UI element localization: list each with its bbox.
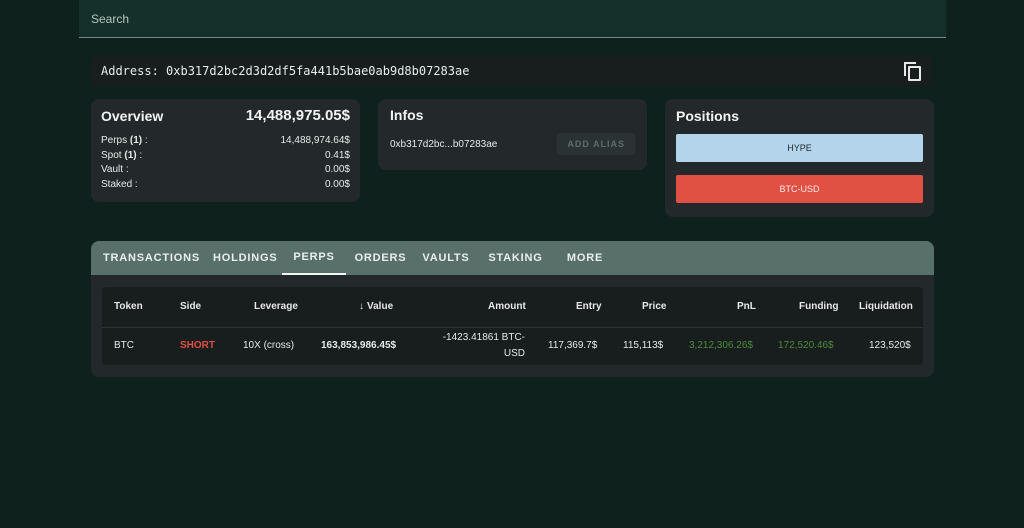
tab-transactions[interactable]: TRANSACTIONS	[103, 241, 213, 275]
cell-amount-line2: USD	[503, 348, 525, 359]
tab-vaults[interactable]: VAULTS	[415, 241, 477, 275]
column-header-leverage[interactable]: Leverage	[254, 301, 298, 312]
tab-staking[interactable]: STAKING	[477, 241, 554, 275]
address-text: Address: 0xb317d2bc2d3d2df5fa441b5bae0ab…	[101, 64, 470, 78]
cell-side: SHORT	[180, 340, 215, 351]
tab-holdings[interactable]: HOLDINGS	[213, 241, 282, 275]
tabs-panel: TRANSACTIONS HOLDINGS PERPS ORDERS VAULT…	[91, 241, 934, 377]
column-header-price[interactable]: Price	[642, 301, 666, 312]
overview-row-perps: Perps (1) : 14,488,974.64$	[101, 134, 350, 149]
overview-row-count: (1)	[129, 135, 143, 146]
overview-row-count: (1)	[124, 149, 137, 161]
overview-row-value: 0.00$	[324, 178, 350, 190]
overview-row-value: 0.00$	[324, 164, 350, 175]
column-header-pnl[interactable]: PnL	[737, 301, 756, 312]
tab-more[interactable]: MORE	[554, 241, 616, 275]
overview-row-suffix: :	[136, 149, 143, 161]
column-header-entry[interactable]: Entry	[576, 301, 602, 312]
column-header-funding[interactable]: Funding	[799, 301, 838, 312]
infos-short-address: 0xb317d2bc...b07283ae	[390, 138, 498, 150]
table-divider	[102, 327, 923, 328]
tab-orders[interactable]: ORDERS	[346, 241, 415, 275]
overview-row-label: Spot	[101, 149, 122, 161]
search-input[interactable]: Search	[79, 0, 946, 38]
positions-card: Positions HYPE BTC-USD	[665, 99, 934, 217]
cell-value: 163,853,986.45$	[321, 340, 397, 351]
copy-icon[interactable]	[902, 61, 922, 81]
overview-row-label: Vault :	[101, 164, 129, 175]
column-header-token[interactable]: Token	[114, 301, 143, 312]
arrow-down-icon: ↓	[359, 301, 364, 312]
overview-title: Overview	[101, 107, 164, 124]
overview-row-value: 14,488,974.64$	[280, 135, 350, 146]
cell-pnl: 3,212,306.26$	[689, 340, 753, 351]
cell-token: BTC	[114, 340, 134, 351]
cell-leverage: 10X (cross)	[243, 340, 295, 351]
overview-card: Overview 14,488,975.05$ Perps (1) : 14,4…	[91, 99, 360, 202]
position-hype-button[interactable]: HYPE	[676, 134, 923, 162]
column-header-side[interactable]: Side	[180, 301, 201, 312]
add-alias-button[interactable]: ADD ALIAS	[557, 133, 635, 155]
cell-funding: 172,520.46$	[778, 340, 834, 351]
positions-title: Positions	[676, 108, 740, 124]
cell-liquidation: 123,520$	[869, 340, 911, 351]
overview-total: 14,488,975.05$	[245, 107, 350, 124]
perps-table: Token Side Leverage ↓ Value Amount Entry …	[102, 287, 923, 365]
overview-row-vault: Vault : 0.00$	[101, 163, 350, 178]
column-header-liquidation[interactable]: Liquidation	[859, 301, 913, 312]
tab-bar: TRANSACTIONS HOLDINGS PERPS ORDERS VAULT…	[91, 241, 934, 275]
position-btc-usd-button[interactable]: BTC-USD	[676, 175, 923, 203]
tab-perps[interactable]: PERPS	[282, 241, 346, 275]
column-header-value[interactable]: ↓ Value	[359, 301, 393, 312]
cell-entry: 117,369.7$	[548, 340, 598, 351]
column-header-amount[interactable]: Amount	[488, 301, 526, 312]
cell-amount-line1: -1423.41861 BTC-	[442, 332, 525, 343]
infos-card: Infos 0xb317d2bc...b07283ae ADD ALIAS	[378, 99, 647, 170]
overview-row-suffix: :	[142, 135, 148, 146]
overview-row-staked: Staked : 0.00$	[101, 178, 350, 193]
address-bar: Address: 0xb317d2bc2d3d2df5fa441b5bae0ab…	[91, 56, 932, 86]
overview-row-spot: Spot (1) : 0.41$	[101, 149, 350, 164]
overview-row-value: 0.41$	[324, 149, 350, 161]
infos-title: Infos	[390, 107, 424, 123]
cell-price: 115,113$	[623, 340, 664, 351]
column-header-value-label: Value	[367, 301, 394, 312]
overview-row-label: Perps	[101, 135, 128, 146]
overview-row-label: Staked :	[101, 178, 138, 190]
